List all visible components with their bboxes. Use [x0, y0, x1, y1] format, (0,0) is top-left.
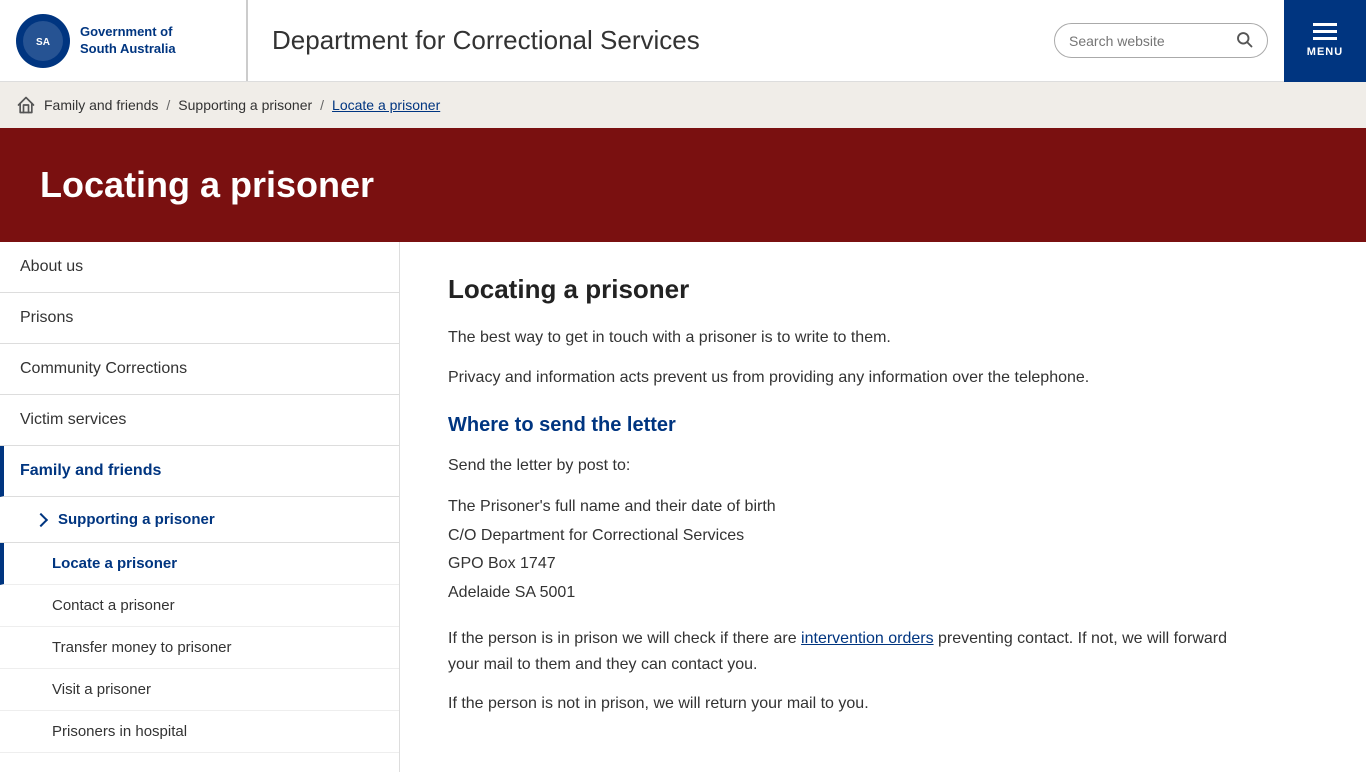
hamburger-line-3	[1313, 37, 1337, 40]
breadcrumb-supporting-prisoner[interactable]: Supporting a prisoner	[178, 97, 312, 113]
breadcrumb-sep-1: /	[166, 97, 170, 113]
sidebar: About us Prisons Community Corrections V…	[0, 242, 400, 772]
hamburger-line-1	[1313, 23, 1337, 26]
intervention-orders-link[interactable]: intervention orders	[801, 630, 934, 647]
sidebar-child-contact-prisoner[interactable]: Contact a prisoner	[0, 585, 399, 627]
breadcrumb-sep-2: /	[320, 97, 324, 113]
search-icon	[1235, 30, 1253, 48]
logo-section: SA Government of South Australia	[0, 0, 248, 81]
main-layout: About us Prisons Community Corrections V…	[0, 242, 1366, 772]
dept-title: Department for Correctional Services	[248, 25, 1038, 56]
address-line1: The Prisoner's full name and their date …	[448, 493, 1252, 522]
address-line4: Adelaide SA 5001	[448, 579, 1252, 608]
sidebar-child-transfer-money[interactable]: Transfer money to prisoner	[0, 627, 399, 669]
address-line3: GPO Box 1747	[448, 550, 1252, 579]
breadcrumb-family-friends[interactable]: Family and friends	[44, 97, 158, 113]
site-header: SA Government of South Australia Departm…	[0, 0, 1366, 82]
sidebar-sub-label: Supporting a prisoner	[58, 511, 215, 528]
sidebar-item-about-us[interactable]: About us	[0, 242, 399, 293]
search-input[interactable]	[1069, 33, 1229, 49]
sidebar-item-family-friends[interactable]: Family and friends	[0, 446, 399, 497]
content-para1: The best way to get in touch with a pris…	[448, 325, 1252, 351]
address-line2: C/O Department for Correctional Services	[448, 522, 1252, 551]
hero-title: Locating a prisoner	[40, 164, 374, 206]
sidebar-item-victim-services[interactable]: Victim services	[0, 395, 399, 446]
content-para4: If the person is not in prison, we will …	[448, 691, 1252, 717]
sa-government-logo: SA	[16, 14, 70, 68]
sidebar-item-prisons[interactable]: Prisons	[0, 293, 399, 344]
chevron-down-icon	[34, 512, 48, 526]
menu-button[interactable]: MENU	[1284, 0, 1366, 82]
breadcrumb: Family and friends / Supporting a prison…	[0, 82, 1366, 128]
breadcrumb-current: Locate a prisoner	[332, 97, 440, 113]
sidebar-sub-supporting-prisoner[interactable]: Supporting a prisoner	[0, 497, 399, 543]
menu-label: MENU	[1307, 46, 1343, 58]
content-heading: Locating a prisoner	[448, 274, 1252, 305]
sidebar-child-visit-prisoner[interactable]: Visit a prisoner	[0, 669, 399, 711]
sidebar-child-locate-prisoner[interactable]: Locate a prisoner	[0, 543, 399, 585]
search-button[interactable]	[1235, 30, 1253, 51]
sidebar-item-community-corrections[interactable]: Community Corrections	[0, 344, 399, 395]
hero-banner: Locating a prisoner	[0, 128, 1366, 242]
search-area	[1038, 23, 1284, 58]
content-para3: If the person is in prison we will check…	[448, 626, 1252, 677]
section-heading-where-to-send: Where to send the letter	[448, 414, 1252, 437]
para3-before: If the person is in prison we will check…	[448, 630, 801, 647]
hamburger-line-2	[1313, 30, 1337, 33]
content-area: Locating a prisoner The best way to get …	[400, 242, 1300, 772]
svg-text:SA: SA	[36, 37, 50, 48]
send-intro: Send the letter by post to:	[448, 453, 1252, 479]
logo-text: Government of South Australia	[80, 24, 176, 58]
sidebar-child-prisoners-hospital[interactable]: Prisoners in hospital	[0, 711, 399, 753]
address-block: The Prisoner's full name and their date …	[448, 493, 1252, 608]
home-icon[interactable]	[16, 95, 36, 115]
content-para2: Privacy and information acts prevent us …	[448, 365, 1252, 391]
search-box[interactable]	[1054, 23, 1268, 58]
